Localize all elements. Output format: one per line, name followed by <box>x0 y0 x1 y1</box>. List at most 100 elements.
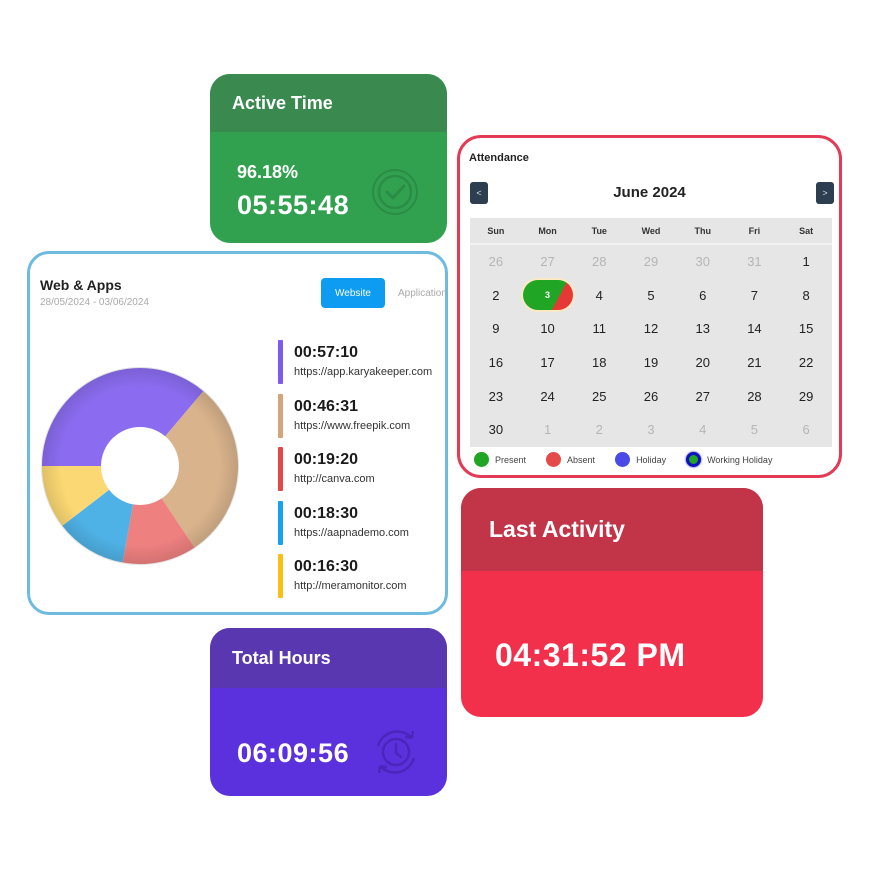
calendar-day[interactable]: 22 <box>780 346 832 380</box>
site-color-bar <box>278 554 283 598</box>
calendar-day[interactable]: 26 <box>470 245 522 279</box>
calendar-day[interactable]: 24 <box>522 379 574 413</box>
site-list-item[interactable]: 00:19:20 http://canva.com <box>278 447 432 501</box>
weekday-label: Wed <box>641 225 661 236</box>
weekday-label: Sun <box>487 225 505 236</box>
calendar-day[interactable]: 30 <box>470 413 522 447</box>
site-color-bar <box>278 340 283 384</box>
calendar-day[interactable]: 26 <box>625 379 677 413</box>
calendar-day[interactable]: 9 <box>470 312 522 346</box>
active-time-value: 05:55:48 <box>237 190 350 220</box>
calendar-day[interactable]: 1 <box>780 245 832 279</box>
web-apps-card: Web & Apps 28/05/2024 - 03/06/2024 Websi… <box>27 251 448 615</box>
calendar-day[interactable]: 13 <box>677 312 729 346</box>
calendar-day[interactable]: 19 <box>625 346 677 380</box>
calendar-day-number: 6 <box>802 422 810 438</box>
attendance-legend: Present Absent Holiday Working Holiday <box>474 452 792 467</box>
calendar-day[interactable]: 30 <box>677 245 729 279</box>
site-duration: 00:57:10 <box>294 344 359 361</box>
active-time-title: Active Time <box>210 74 447 132</box>
site-list-item[interactable]: 00:46:31 https://www.freepik.com <box>278 393 432 448</box>
calendar-day[interactable]: 25 <box>573 379 625 413</box>
next-month-button[interactable]: > <box>816 182 834 204</box>
calendar-day[interactable]: 16 <box>470 346 522 380</box>
calendar-day[interactable]: 14 <box>729 312 781 346</box>
calendar-day[interactable]: 18 <box>573 346 625 380</box>
calendar-day[interactable]: 28 <box>729 379 781 413</box>
calendar-day-number: 20 <box>695 355 710 371</box>
calendar-day[interactable]: 27 <box>677 379 729 413</box>
web-usage-donut-chart <box>41 367 239 565</box>
calendar-day[interactable]: 10 <box>522 312 574 346</box>
site-list-item[interactable]: 00:18:30 https://aapnademo.com <box>278 500 432 555</box>
site-url: https://www.freepik.com <box>294 419 411 432</box>
calendar-body: 26 27 28 29 30 31 1 2 3 4 5 6 7 8 9 10 11 12 13 14 15 16 17 18 1… <box>470 245 832 447</box>
site-duration: 00:19:20 <box>294 451 359 468</box>
calendar-day-number: 22 <box>798 355 814 371</box>
site-duration: 00:18:30 <box>294 504 359 522</box>
calendar-day[interactable]: 27 <box>522 245 574 279</box>
calendar-day-number: 8 <box>802 287 810 303</box>
calendar-day-number: 28 <box>747 388 762 404</box>
calendar-day[interactable]: 6 <box>677 279 729 313</box>
calendar-day[interactable]: 4 <box>677 413 729 447</box>
calendar-day[interactable]: 6 <box>780 413 832 447</box>
calendar-day[interactable]: 31 <box>729 245 781 279</box>
calendar-week-row: 26 27 28 29 30 31 1 <box>470 245 832 279</box>
total-hours-card: Total Hours 06:09:56 <box>210 628 447 796</box>
calendar-day[interactable]: 21 <box>729 346 781 380</box>
calendar-day[interactable]: 5 <box>729 413 781 447</box>
calendar-month-label: June 2024 <box>613 184 686 201</box>
site-list-item[interactable]: 00:57:10 https://app.karyakeeper.com <box>278 340 432 394</box>
attendance-card: Attendance < June 2024 > Sun Mon Tue Wed… <box>457 135 842 478</box>
calendar-week-row: 2 3 4 5 6 7 8 <box>470 279 832 313</box>
legend-label: Working Holiday <box>707 454 773 465</box>
calendar-day[interactable]: 3 <box>625 413 677 447</box>
legend-dot-icon <box>615 452 631 467</box>
active-time-card: Active Time 96.18% 05:55:48 <box>210 74 447 243</box>
legend-dot-icon <box>546 452 562 467</box>
calendar-day[interactable]: 1 <box>522 413 574 447</box>
calendar-day[interactable]: 7 <box>729 279 781 313</box>
calendar-day[interactable]: 29 <box>780 379 832 413</box>
tab-application[interactable]: Application <box>398 278 445 308</box>
site-color-bar <box>278 447 283 491</box>
site-url: http://meramonitor.com <box>294 580 407 592</box>
calendar-day-number: 4 <box>699 422 707 438</box>
calendar-day[interactable]: 15 <box>780 312 832 346</box>
site-url: https://app.karyakeeper.com <box>294 366 433 378</box>
calendar-day-number: 2 <box>595 422 603 438</box>
calendar-day-number: 10 <box>540 321 555 337</box>
legend-item-absent: Absent <box>546 452 595 467</box>
calendar-day[interactable]: 23 <box>470 379 522 413</box>
site-list-item[interactable]: 00:16:30 http://meramonitor.com <box>278 554 432 608</box>
calendar-day-number: 27 <box>695 388 710 404</box>
calendar-grid: Sun Mon Tue Wed Thu Fri Sat 26 27 28 29 30 31… <box>470 218 832 447</box>
calendar-day[interactable]: 17 <box>522 346 574 380</box>
calendar-day[interactable]: 2 <box>470 279 522 313</box>
total-hours-value: 06:09:56 <box>237 738 350 768</box>
calendar-day[interactable]: 11 <box>573 312 625 346</box>
weekday-label: Sat <box>799 225 814 236</box>
calendar-day-number: 15 <box>798 321 814 337</box>
calendar-day-number: 5 <box>647 287 655 303</box>
calendar-day[interactable]: 8 <box>780 279 832 313</box>
calendar-day-number: 30 <box>488 422 504 438</box>
legend-dot-icon <box>474 452 489 467</box>
calendar-day[interactable]: 29 <box>625 245 677 279</box>
calendar-day-present-absent[interactable]: 3 <box>522 279 574 313</box>
legend-item-holiday: Holiday <box>615 452 666 467</box>
legend-dot-icon <box>686 452 702 467</box>
active-time-percent: 96.18% <box>237 162 299 182</box>
calendar-day[interactable]: 12 <box>625 312 677 346</box>
site-list: 00:57:10 https://app.karyakeeper.com 00:… <box>278 340 432 608</box>
calendar-day[interactable]: 2 <box>573 413 625 447</box>
calendar-day-number: 26 <box>488 254 504 270</box>
tab-website[interactable]: Website <box>321 278 385 308</box>
calendar-day[interactable]: 5 <box>625 279 677 313</box>
web-apps-title: Web & Apps <box>40 277 122 293</box>
calendar-day[interactable]: 20 <box>677 346 729 380</box>
calendar-day-number: 29 <box>798 388 814 404</box>
calendar-day[interactable]: 4 <box>573 279 625 313</box>
calendar-day[interactable]: 28 <box>573 245 625 279</box>
